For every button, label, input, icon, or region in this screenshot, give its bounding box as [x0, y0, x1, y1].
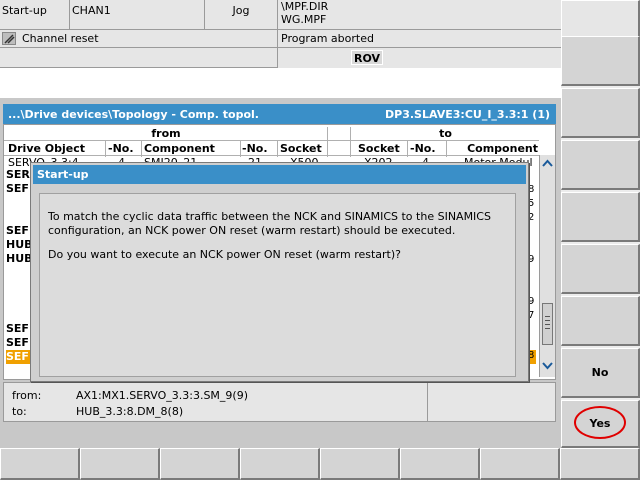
reset-icon [2, 32, 16, 45]
from-label: from: [12, 389, 42, 402]
scroll-down-icon[interactable] [541, 359, 554, 372]
col-no-2: -No. [242, 142, 268, 155]
program-path: \MPF.DIR WG.MPF [278, 0, 561, 30]
dialog-message-2: Do you want to execute an NCK power ON r… [48, 248, 402, 261]
col-component-to: Component [467, 142, 538, 155]
scroll-up-icon[interactable] [541, 157, 554, 170]
softkey-h6[interactable] [400, 448, 480, 480]
cell-fragment: 8 [528, 350, 536, 364]
channel-status-bar: Channel reset [0, 30, 278, 48]
cell-fragment: 7 [528, 310, 535, 321]
softkey-h7[interactable] [480, 448, 560, 480]
col-no-3: -No. [410, 142, 436, 155]
cell-fragment: 2 [528, 212, 535, 223]
softkey-h1[interactable] [0, 448, 80, 480]
softkey-h8[interactable] [560, 448, 640, 480]
info-panel-right [428, 382, 556, 422]
softkey-h2[interactable] [80, 448, 160, 480]
col-sep [277, 141, 278, 157]
dialog-title: Start-up [33, 165, 526, 184]
no-button[interactable]: No [561, 348, 640, 398]
window-title-bar: ...\Drive devices\Topology - Comp. topol… [3, 104, 556, 124]
col-sep [407, 141, 408, 157]
op-mode-label: Jog [205, 0, 278, 30]
channel-label: CHAN1 [70, 0, 205, 30]
col-drive-object: Drive Object [8, 142, 86, 155]
softkey-v2[interactable] [561, 36, 640, 86]
col-socket-to: Socket [358, 142, 400, 155]
program-path-line1: \MPF.DIR [281, 0, 329, 13]
rov-indicator: ROV [351, 50, 383, 65]
header-divider [4, 140, 539, 141]
cell-fragment: 9 [528, 296, 535, 307]
col-socket-from: Socket [280, 142, 322, 155]
col-sep [350, 127, 351, 157]
softkey-v6[interactable] [561, 244, 640, 294]
softkey-h5[interactable] [320, 448, 400, 480]
from-group-header: from [151, 127, 181, 140]
softkey-v3[interactable] [561, 88, 640, 138]
col-sep [105, 141, 106, 157]
dialog-message-1: To match the cyclic data traffic between… [48, 210, 491, 237]
softkey-h3[interactable] [160, 448, 240, 480]
window-path: ...\Drive devices\Topology - Comp. topol… [8, 108, 259, 121]
mode-area-label: Start-up [0, 0, 70, 30]
window-device: DP3.SLAVE3:CU_I_3.3:1 (1) [385, 108, 550, 121]
status-area: ROV [278, 48, 561, 68]
cell-fragment: 8 [528, 184, 535, 195]
cell-fragment: 5 [528, 198, 535, 209]
col-sep [446, 141, 447, 157]
scroll-thumb[interactable] [542, 303, 553, 345]
highlight-circle [574, 406, 626, 439]
table-scrollbar[interactable] [539, 155, 555, 377]
col-component-from: Component [144, 142, 215, 155]
to-label: to: [12, 405, 27, 418]
startup-dialog: Start-up To match the cyclic data traffi… [30, 162, 529, 382]
softkey-h4[interactable] [240, 448, 320, 480]
no-button-label: No [591, 366, 609, 379]
softkey-v4[interactable] [561, 140, 640, 190]
softkey-v5[interactable] [561, 192, 640, 242]
col-no-1: -No. [108, 142, 134, 155]
to-value: HUB_3.3:8.DM_8(8) [76, 405, 184, 418]
program-path-line2: WG.MPF [281, 13, 327, 26]
col-sep [141, 141, 142, 157]
connection-info: from: AX1:MX1.SERVO_3.3:3.SM_9(9) to: HU… [3, 382, 428, 422]
to-group-header: to [439, 127, 452, 140]
program-status-text: Program aborted [278, 30, 561, 48]
spacer [0, 68, 561, 98]
softkey-v7[interactable] [561, 296, 640, 346]
info-area [0, 48, 278, 68]
col-sep [240, 141, 241, 157]
cell-fragment: 9 [528, 254, 535, 265]
from-value: AX1:MX1.SERVO_3.3:3.SM_9(9) [76, 389, 248, 402]
colheader-divider [4, 155, 539, 156]
channel-status-text: Channel reset [22, 32, 99, 45]
col-sep [327, 127, 328, 157]
dialog-body: To match the cyclic data traffic between… [39, 193, 516, 377]
